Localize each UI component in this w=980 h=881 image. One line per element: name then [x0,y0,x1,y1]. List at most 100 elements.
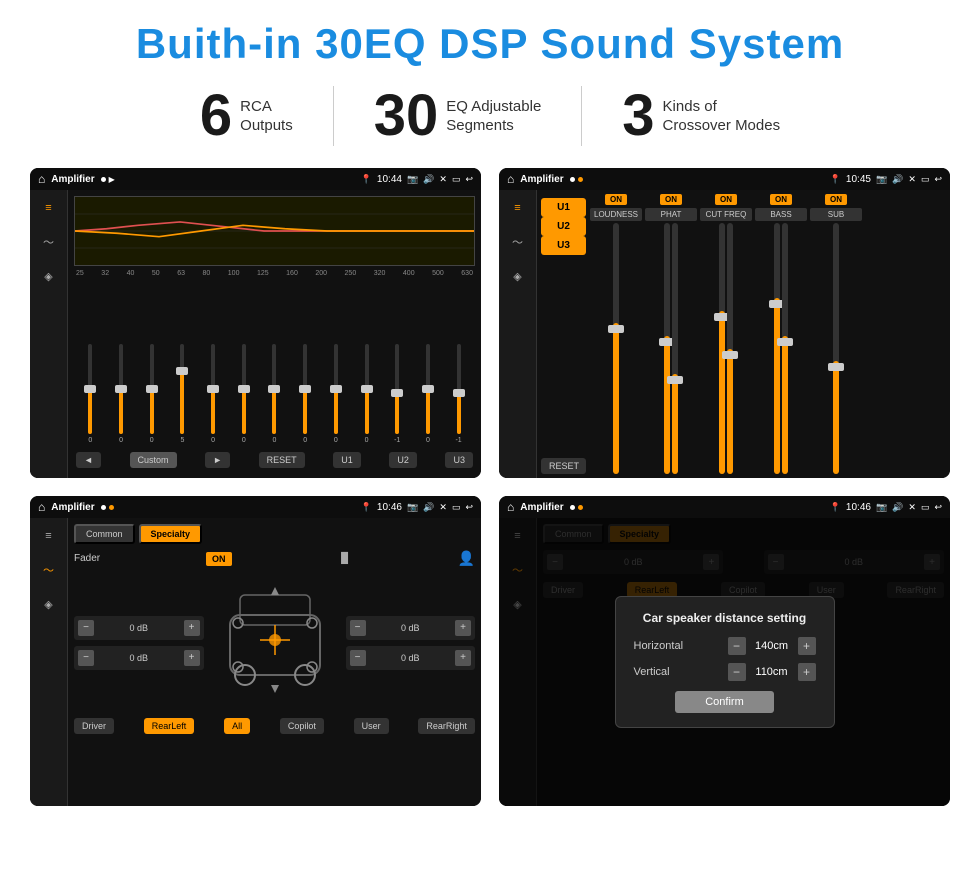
slider-thumb-7[interactable] [299,385,311,393]
sub-track-1[interactable] [833,223,839,474]
cutfreq-track-1[interactable] [719,223,725,474]
eq-icon-2[interactable]: ≡ [508,198,528,218]
speaker-icon-2[interactable]: ◈ [508,266,528,286]
freq-50: 50 [152,270,160,277]
cutfreq-track-2[interactable] [727,223,733,474]
screen3-body: ≡ 〜 ◈ Common Specialty Fader ON ▐▌ 👤 [30,518,481,806]
wave-icon[interactable]: 〜 [39,232,59,252]
slider-track-11[interactable] [426,344,430,434]
dialog-confirm-button[interactable]: Confirm [675,691,774,713]
slider-track-5[interactable] [242,344,246,434]
speaker-icon-3[interactable]: ◈ [39,594,59,614]
bass-track-2[interactable] [782,223,788,474]
slider-thumb-0[interactable] [84,385,96,393]
slider-val-9: 0 [365,437,369,444]
dialog-horizontal-minus[interactable]: − [728,637,746,655]
eq-icon-3[interactable]: ≡ [39,526,59,546]
crossover-u2-button[interactable]: U2 [541,217,586,236]
wave-icon-3[interactable]: 〜 [39,560,59,580]
phat-thumb-2[interactable] [667,376,683,384]
crossover-u3-button[interactable]: U3 [541,236,586,255]
slider-track-3[interactable] [180,344,184,434]
slider-track-4[interactable] [211,344,215,434]
slider-thumb-12[interactable] [453,389,465,397]
db-minus-rear-right[interactable]: − [350,650,366,666]
slider-thumb-11[interactable] [422,385,434,393]
slider-track-1[interactable] [119,344,123,434]
db-plus-rear-left[interactable]: + [184,650,200,666]
slider-8: 0 [322,344,351,444]
fader-label: Fader [74,553,100,564]
dialog-horizontal-plus[interactable]: + [798,637,816,655]
fader-all-btn[interactable]: All [224,718,250,734]
db-plus-front-right[interactable]: + [455,620,471,636]
fader-driver-btn[interactable]: Driver [74,718,114,734]
slider-track-2[interactable] [150,344,154,434]
fader-copilot-btn[interactable]: Copilot [280,718,324,734]
db-plus-rear-right[interactable]: + [455,650,471,666]
slider-track-0[interactable] [88,344,92,434]
slider-track-8[interactable] [334,344,338,434]
slider-thumb-4[interactable] [207,385,219,393]
home-icon-4[interactable]: ⌂ [507,500,514,514]
eq-reset-button[interactable]: RESET [259,452,305,468]
loudness-track-1[interactable] [613,223,619,474]
status-left-1: ⌂ Amplifier ▶ [38,172,115,186]
home-icon[interactable]: ⌂ [38,172,45,186]
crossover-content-wrapper: U1 U2 U3 RESET ON LOUDNESS [537,190,950,478]
fader-user-btn[interactable]: User [354,718,389,734]
slider-thumb-2[interactable] [146,385,158,393]
slider-track-9[interactable] [365,344,369,434]
wave-icon-2[interactable]: 〜 [508,232,528,252]
slider-thumb-6[interactable] [268,385,280,393]
screen1-app-name: Amplifier [51,174,94,185]
db-plus-front-left[interactable]: + [184,620,200,636]
crossover-u1-button[interactable]: U1 [541,198,586,217]
bass-thumb-2[interactable] [777,338,793,346]
slider-track-10[interactable] [395,344,399,434]
slider-thumb-3[interactable] [176,367,188,375]
db-minus-front-left[interactable]: − [78,620,94,636]
dialog-vertical-minus[interactable]: − [728,663,746,681]
phat-track-1[interactable] [664,223,670,474]
eq-prev-button[interactable]: ◄ [76,452,101,468]
slider-track-6[interactable] [272,344,276,434]
stat-eq: 30 EQ AdjustableSegments [334,87,582,145]
slider-thumb-1[interactable] [115,385,127,393]
slider-thumb-5[interactable] [238,385,250,393]
fader-tab-specialty[interactable]: Specialty [139,524,203,544]
fader-person-icon[interactable]: 👤 [458,550,475,567]
crossover-reset-button[interactable]: RESET [541,458,586,474]
db-minus-front-right[interactable]: − [350,620,366,636]
home-icon-3[interactable]: ⌂ [38,500,45,514]
slider-track-12[interactable] [457,344,461,434]
channel-sub: ON SUB [810,194,862,474]
slider-10: -1 [383,344,412,444]
eq-u2-button[interactable]: U2 [389,452,417,468]
dialog-title: Car speaker distance setting [634,611,816,625]
db-minus-rear-left[interactable]: − [78,650,94,666]
slider-track-7[interactable] [303,344,307,434]
eq-icon[interactable]: ≡ [39,198,59,218]
dialog-vertical-plus[interactable]: + [798,663,816,681]
slider-thumb-9[interactable] [361,385,373,393]
eq-u3-button[interactable]: U3 [445,452,473,468]
status-dots-2 [570,177,583,182]
speaker-icon[interactable]: ◈ [39,266,59,286]
fader-rearright-btn[interactable]: RearRight [418,718,475,734]
channel-phat: ON PHAT [645,194,697,474]
bass-track-1[interactable] [774,223,780,474]
slider-thumb-10[interactable] [391,389,403,397]
loudness-thumb-1[interactable] [608,325,624,333]
status-right-1: 📍 10:44 📷 🔊 ✕ ▭ ↩ [361,174,473,185]
eq-custom-button[interactable]: Custom [130,452,177,468]
slider-thumb-8[interactable] [330,385,342,393]
home-icon-2[interactable]: ⌂ [507,172,514,186]
fader-rearleft-btn[interactable]: RearLeft [144,718,195,734]
phat-track-2[interactable] [672,223,678,474]
eq-u1-button[interactable]: U1 [333,452,361,468]
eq-next-button[interactable]: ► [205,452,230,468]
cutfreq-thumb-2[interactable] [722,351,738,359]
fader-tab-common[interactable]: Common [74,524,135,544]
sub-thumb-1[interactable] [828,363,844,371]
